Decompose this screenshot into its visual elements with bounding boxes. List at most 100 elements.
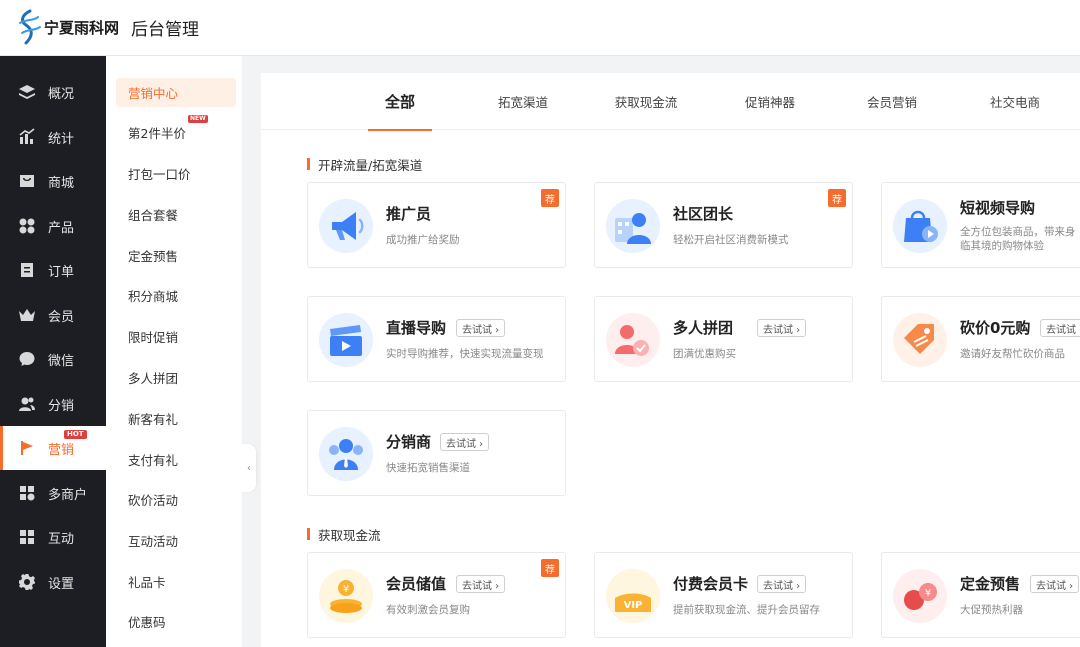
- try-button[interactable]: 去试试 ›: [1040, 319, 1080, 337]
- card-bargain[interactable]: 砍价0元购 去试试 › 邀请好友帮忙砍价商品: [881, 296, 1080, 382]
- sidebar-item-label: 产品: [48, 220, 75, 236]
- main-panel: 全部 拓宽渠道 获取现金流 促销神器 会员营销 社交电商 开辟流量/拓宽渠道 推…: [261, 73, 1080, 647]
- sidebar-item-label: 多商户: [48, 487, 88, 503]
- sidebar-item-distribution[interactable]: 分销: [0, 382, 106, 426]
- try-button[interactable]: 去试试 ›: [1030, 575, 1080, 593]
- subnav-item[interactable]: 多人拼团: [116, 363, 236, 392]
- tab-promotion-tools[interactable]: 促销神器: [731, 73, 809, 130]
- sidebar-item-overview[interactable]: 概况: [0, 70, 106, 114]
- card-title: 短视频导购: [960, 199, 1036, 217]
- subnav-item[interactable]: 砍价活动: [116, 485, 236, 514]
- svg-text:¥: ¥: [343, 584, 349, 595]
- logo-mark-icon: [19, 9, 41, 44]
- layers-icon: [18, 83, 36, 101]
- card-member-deposit[interactable]: ¥ 会员储值 去试试 › 有效刺激会员复购 荐: [307, 552, 566, 638]
- card-live-shopping[interactable]: 直播导购 去试试 › 实时导购推荐，快速实现流量变现: [307, 296, 566, 382]
- secondary-sidebar: 营销中心 第2件半价 NEW 打包一口价 组合套餐 定金预售 积分商城 限时促销…: [106, 56, 242, 647]
- sidebar-item-settings[interactable]: 设置: [0, 560, 106, 604]
- price-tag-icon: [893, 313, 947, 367]
- sidebar-item-label: 商城: [48, 175, 75, 191]
- subnav-item[interactable]: 新客有礼: [116, 404, 236, 433]
- card-promoter[interactable]: 推广员 成功推广给奖励 荐: [307, 182, 566, 268]
- sidebar-item-products[interactable]: 产品: [0, 204, 106, 248]
- category-tabs: 全部 拓宽渠道 获取现金流 促销神器 会员营销 社交电商: [261, 73, 1080, 131]
- tab-member-marketing[interactable]: 会员营销: [853, 73, 931, 130]
- subnav-item[interactable]: 打包一口价: [116, 159, 236, 188]
- sidebar-item-label: 统计: [48, 131, 75, 147]
- sidebar-item-label: 微信: [48, 353, 75, 369]
- tab-all[interactable]: 全部: [368, 73, 432, 131]
- card-desc: 成功推广给奖励: [386, 234, 460, 246]
- sidebar-item-marketing[interactable]: 营销 HOT: [0, 426, 106, 470]
- svg-text:VIP: VIP: [624, 600, 643, 611]
- sidebar-item-label: 会员: [48, 309, 75, 325]
- subnav-item[interactable]: 互动活动: [116, 526, 236, 555]
- card-desc: 邀请好友帮忙砍价商品: [960, 348, 1065, 360]
- card-desc: 实时导购推荐，快速实现流量变现: [386, 348, 544, 360]
- primary-sidebar: 概况 统计 商城 产品 订单 会员 微信 分销 营销 HOT 多商户 互动 设置: [0, 56, 106, 647]
- card-distributor[interactable]: 分销商 去试试 › 快速拓宽销售渠道: [307, 410, 566, 496]
- card-title: 砍价0元购: [960, 319, 1031, 337]
- card-paid-membership[interactable]: VIP 付费会员卡 去试试 › 提前获取现金流、提升会员留存: [594, 552, 853, 638]
- grid-icon: [18, 217, 36, 235]
- subnav-item[interactable]: 礼品卡: [116, 567, 236, 596]
- video-bag-icon: [893, 199, 947, 253]
- subnav-item-label: 第2件半价: [128, 126, 186, 141]
- card-short-video[interactable]: 短视频导购 全方位包装商品，带来身临其境的购物体验: [881, 182, 1080, 268]
- card-desc: 快速拓宽销售渠道: [386, 462, 470, 474]
- group-buy-icon: [606, 313, 660, 367]
- card-desc: 团满优惠购买: [673, 348, 736, 360]
- sidebar-item-orders[interactable]: 订单: [0, 248, 106, 292]
- subnav-item[interactable]: 定金预售: [116, 241, 236, 270]
- try-button[interactable]: 去试试 ›: [757, 575, 807, 593]
- card-title: 多人拼团: [673, 319, 734, 337]
- tab-social-commerce[interactable]: 社交电商: [976, 73, 1054, 130]
- try-button[interactable]: 去试试 ›: [456, 319, 506, 337]
- subnav-item[interactable]: 积分商城: [116, 281, 236, 310]
- coin-stack-icon: ¥: [319, 569, 373, 623]
- collapse-sidebar-button[interactable]: ‹: [242, 444, 256, 492]
- logo[interactable]: 宁夏雨科网: [16, 9, 119, 47]
- card-title: 分销商: [386, 433, 432, 451]
- tab-cash-flow[interactable]: 获取现金流: [603, 73, 689, 130]
- try-button[interactable]: 去试试 ›: [757, 319, 807, 337]
- logo-text: 宁夏雨科网: [44, 19, 120, 37]
- try-button[interactable]: 去试试 ›: [440, 433, 490, 451]
- hot-badge: HOT: [64, 430, 87, 439]
- card-deposit-presale[interactable]: ¥ 定金预售 去试试 › 大促预热利器: [881, 552, 1080, 638]
- order-icon: [18, 261, 36, 279]
- tab-expand-channels[interactable]: 拓宽渠道: [483, 73, 563, 130]
- card-desc: 提前获取现金流、提升会员留存: [673, 604, 820, 616]
- subnav-item[interactable]: 营销中心: [116, 78, 236, 107]
- card-title: 付费会员卡: [673, 575, 749, 593]
- card-desc: 全方位包装商品，带来身临其境的购物体验: [960, 226, 1076, 252]
- community-leader-icon: [606, 199, 660, 253]
- subnav-item[interactable]: 组合套餐: [116, 200, 236, 229]
- recommend-badge: 荐: [541, 189, 559, 207]
- subnav-item-half-price[interactable]: 第2件半价 NEW: [116, 115, 236, 147]
- vip-card-icon: VIP: [606, 569, 660, 623]
- sidebar-item-wechat[interactable]: 微信: [0, 337, 106, 381]
- store-plus-icon: [18, 484, 36, 502]
- recommend-badge: 荐: [828, 189, 846, 207]
- sidebar-item-mall[interactable]: 商城: [0, 159, 106, 203]
- card-group-buy[interactable]: 多人拼团 去试试 › 团满优惠购买: [594, 296, 853, 382]
- sidebar-item-interaction[interactable]: 互动: [0, 515, 106, 559]
- card-title: 直播导购: [386, 319, 447, 337]
- sidebar-item-label: 营销: [48, 442, 75, 458]
- subnav-item[interactable]: 优惠码: [116, 607, 236, 636]
- sidebar-item-label: 分销: [48, 398, 75, 414]
- subnav-item[interactable]: 支付有礼: [116, 445, 236, 474]
- card-desc: 大促预热利器: [960, 604, 1023, 616]
- crown-icon: [18, 306, 36, 324]
- subnav-item[interactable]: 限时促销: [116, 322, 236, 351]
- chart-icon: [18, 128, 36, 146]
- sidebar-item-members[interactable]: 会员: [0, 293, 106, 337]
- try-button[interactable]: 去试试 ›: [456, 575, 506, 593]
- header-title: 后台管理: [131, 20, 200, 40]
- card-community-leader[interactable]: 社区团长 轻松开启社区消费新模式 荐: [594, 182, 853, 268]
- card-title: 定金预售: [960, 575, 1021, 593]
- sidebar-item-multi-merchant[interactable]: 多商户: [0, 471, 106, 515]
- card-desc: 轻松开启社区消费新模式: [673, 234, 789, 246]
- sidebar-item-stats[interactable]: 统计: [0, 115, 106, 159]
